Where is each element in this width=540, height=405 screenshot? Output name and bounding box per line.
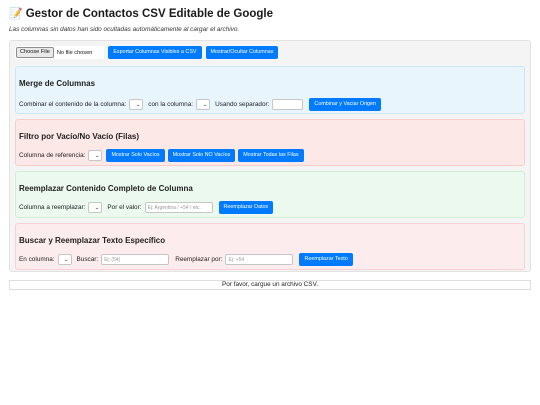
filter-section: Filtro por Vacío/No Vacío (Filas) Column… [15,119,525,166]
toolbar: Choose File No file chosen Exportar Colu… [15,46,279,59]
find-replace-row: En columna: ⌄ Buscar: Reemplazar por: Re… [19,253,353,266]
main-panel: Choose File No file chosen Exportar Colu… [9,40,531,272]
file-input[interactable]: Choose File No file chosen [15,46,105,59]
chevron-down-icon: ⌄ [202,101,208,108]
filter-column-select[interactable]: ⌄ [88,150,103,161]
find-replace-input[interactable] [226,255,293,264]
chevron-down-icon: ⌄ [135,101,141,108]
choose-file-button[interactable]: Choose File [16,47,54,58]
merge-combine-label: Combinar el contenido de la columna: [19,101,127,108]
replace-value-label: Por el valor: [107,204,142,211]
merge-source-select[interactable]: ⌄ [129,99,144,110]
show-not-empty-button[interactable]: Mostrar Solo NO Vacíos [167,149,236,162]
replace-column-row: Columna a reemplazar: ⌄ Por el valor: Re… [19,201,274,214]
merge-section: Merge de Columnas Combinar el contenido … [15,66,525,114]
toggle-columns-button[interactable]: Mostrar/Ocultar Columnas [205,46,279,59]
find-replace-section: Buscar y Reemplazar Texto Específico En … [15,223,525,270]
find-search-input[interactable] [102,255,169,264]
separator-input[interactable] [273,100,303,109]
merge-button[interactable]: Combinar y Vaciar Origen [309,98,382,111]
replace-column-select[interactable]: ⌄ [88,202,103,213]
page-title-text: Gestor de Contactos CSV Editable de Goog… [25,8,273,20]
filter-ref-label: Columna de referencia: [19,152,86,159]
chevron-down-icon: ⌄ [94,204,101,211]
merge-row: Combinar el contenido de la columna: ⌄ c… [19,98,382,111]
find-column-select[interactable]: ⌄ [57,254,72,265]
merge-with-label: con la columna: [148,101,194,108]
merge-title: Merge de Columnas [19,79,96,88]
show-all-button[interactable]: Mostrar Todas las Filas [238,149,304,162]
replace-column-label: Columna a reemplazar: [19,204,86,211]
replace-column-title: Reemplazar Contenido Completo de Columna [19,184,193,193]
find-replace-label: Reemplazar por: [175,256,223,263]
find-search-label: Buscar: [76,256,99,263]
page-subtitle: Las columnas sin datos han sido ocultada… [9,26,240,33]
replace-text-button[interactable]: Reemplazar Texto [299,253,353,266]
chevron-down-icon: ⌄ [94,152,101,159]
replace-data-button[interactable]: Reemplazar Datos [218,201,274,214]
filter-title: Filtro por Vacío/No Vacío (Filas) [19,132,140,141]
replace-column-section: Reemplazar Contenido Completo de Columna… [15,171,525,218]
replace-value-input[interactable] [145,203,212,212]
merge-target-select[interactable]: ⌄ [196,99,211,110]
show-empty-button[interactable]: Mostrar Solo Vacíos [106,149,165,162]
replace-value-field[interactable] [144,202,213,213]
filter-row: Columna de referencia: ⌄ Mostrar Solo Va… [19,149,304,162]
find-column-label: En columna: [19,256,55,263]
merge-separator-label: Usando separador: [215,101,270,108]
file-status: No file chosen [56,49,93,56]
chevron-down-icon: ⌄ [63,256,70,263]
separator-field[interactable] [272,99,304,110]
find-replace-field[interactable] [225,254,294,265]
find-search-field[interactable] [101,254,170,265]
status-message: Por favor, cargue un archivo CSV. [9,280,531,290]
export-visible-button[interactable]: Exportar Columnas Visibles a CSV [108,46,202,59]
memo-icon: 📝 [9,8,23,20]
find-replace-title: Buscar y Reemplazar Texto Específico [19,236,166,245]
page-title: 📝 Gestor de Contactos CSV Editable de Goo… [9,7,273,20]
